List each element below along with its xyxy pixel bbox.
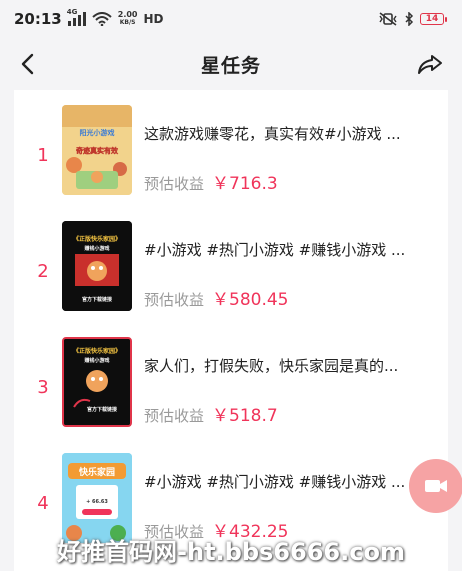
- signal-icon: 4G: [67, 8, 86, 26]
- task-rank: 1: [37, 145, 49, 166]
- vibrate-mute-icon: [379, 12, 397, 26]
- thumb-text-mid: 奇迹真实有效: [76, 146, 119, 155]
- task-rank: 2: [37, 261, 49, 282]
- estimated-earnings: 预估收益 ￥716.3: [144, 169, 278, 194]
- thumb-text-top: 《正版快乐家园》: [73, 235, 121, 243]
- status-left: 20:13 4G 2.00 KB/S HD: [14, 8, 378, 28]
- video-camera-icon: [425, 480, 447, 492]
- est-label: 预估收益: [144, 407, 205, 425]
- thumb-text-mid: + 66.63: [86, 499, 108, 505]
- estimated-earnings: 预估收益 ￥518.7: [144, 401, 278, 426]
- speed-value: 2.00: [117, 10, 138, 19]
- thumb-text-top: 快乐家园: [79, 466, 115, 478]
- game-cover-image: 阳光小游戏 奇迹真实有效: [62, 105, 132, 195]
- battery-level: 14: [425, 14, 439, 24]
- network-speed: 2.00 KB/S: [118, 11, 138, 27]
- game-cover-image: 快乐家园 + 66.63: [62, 453, 132, 543]
- hd-indicator: HD: [143, 12, 164, 26]
- task-list: 1 阳光小游戏 奇迹真实有效 这款游戏赚零花，真实有效#小游戏 ... 预估收益…: [14, 90, 448, 571]
- status-right: 14: [378, 12, 447, 26]
- est-value: ￥580.45: [212, 290, 289, 310]
- record-video-button[interactable]: [409, 459, 462, 513]
- thumb-text-bottom: 官方下载链接: [87, 406, 117, 413]
- est-label: 预估收益: [144, 291, 205, 309]
- est-value: ￥518.7: [212, 406, 278, 426]
- back-arrow-icon[interactable]: [14, 50, 42, 78]
- speed-unit: KB/S: [119, 19, 136, 26]
- signal-label: 4G: [66, 8, 78, 16]
- task-title: 家人们，打假失败，快乐家园是真的...: [144, 357, 399, 375]
- thumb-text-mid: 赚钱小游戏: [83, 357, 109, 364]
- task-thumbnail: 阳光小游戏 奇迹真实有效: [62, 105, 132, 195]
- status-bar: 20:13 4G 2.00 KB/S HD 14: [0, 0, 462, 38]
- task-rank: 3: [37, 377, 49, 398]
- task-thumbnail: 《正版快乐家园》 赚钱小游戏 官方下载链接: [62, 221, 132, 311]
- game-cover-image: 《正版快乐家园》 赚钱小游戏 官方下载链接: [62, 221, 132, 311]
- task-item-1[interactable]: 1 阳光小游戏 奇迹真实有效 这款游戏赚零花，真实有效#小游戏 ... 预估收益…: [14, 105, 448, 221]
- est-label: 预估收益: [144, 175, 205, 193]
- task-title: #小游戏 #热门小游戏 #赚钱小游戏 ...: [144, 241, 406, 259]
- task-item-3[interactable]: 3 《正版快乐家园》 赚钱小游戏 官方下载链接 家人们，打假失败，快乐家园是真的…: [14, 337, 448, 453]
- est-value: ￥716.3: [212, 174, 278, 194]
- bluetooth-icon: [405, 12, 414, 26]
- share-icon[interactable]: [416, 50, 444, 78]
- thumb-text-top: 阳光小游戏: [80, 128, 115, 137]
- wifi-icon: [92, 12, 112, 26]
- task-rank: 4: [37, 493, 49, 514]
- page-title: 星任务: [200, 54, 261, 77]
- task-title: #小游戏 #热门小游戏 #赚钱小游戏 ...: [144, 473, 406, 491]
- task-thumbnail: 快乐家园 + 66.63: [62, 453, 132, 543]
- game-cover-image: 《正版快乐家园》 赚钱小游戏 官方下载链接: [64, 339, 130, 425]
- task-title: 这款游戏赚零花，真实有效#小游戏 ...: [144, 125, 401, 143]
- watermark-text: 好推首码网-ht.bbs6666.com: [57, 538, 405, 566]
- thumb-text-top: 《正版快乐家园》: [73, 347, 121, 355]
- nav-bar: 星任务: [0, 38, 462, 90]
- status-time: 20:13: [14, 10, 62, 28]
- battery-icon: 14: [420, 13, 447, 25]
- task-item-2[interactable]: 2 《正版快乐家园》 赚钱小游戏 官方下载链接 #小游戏 #热门小游戏 #赚钱小…: [14, 221, 448, 337]
- task-thumbnail: 《正版快乐家园》 赚钱小游戏 官方下载链接: [62, 337, 132, 427]
- thumb-text-bottom: 官方下载链接: [82, 296, 112, 303]
- estimated-earnings: 预估收益 ￥580.45: [144, 285, 289, 310]
- thumb-text-mid: 赚钱小游戏: [83, 245, 109, 252]
